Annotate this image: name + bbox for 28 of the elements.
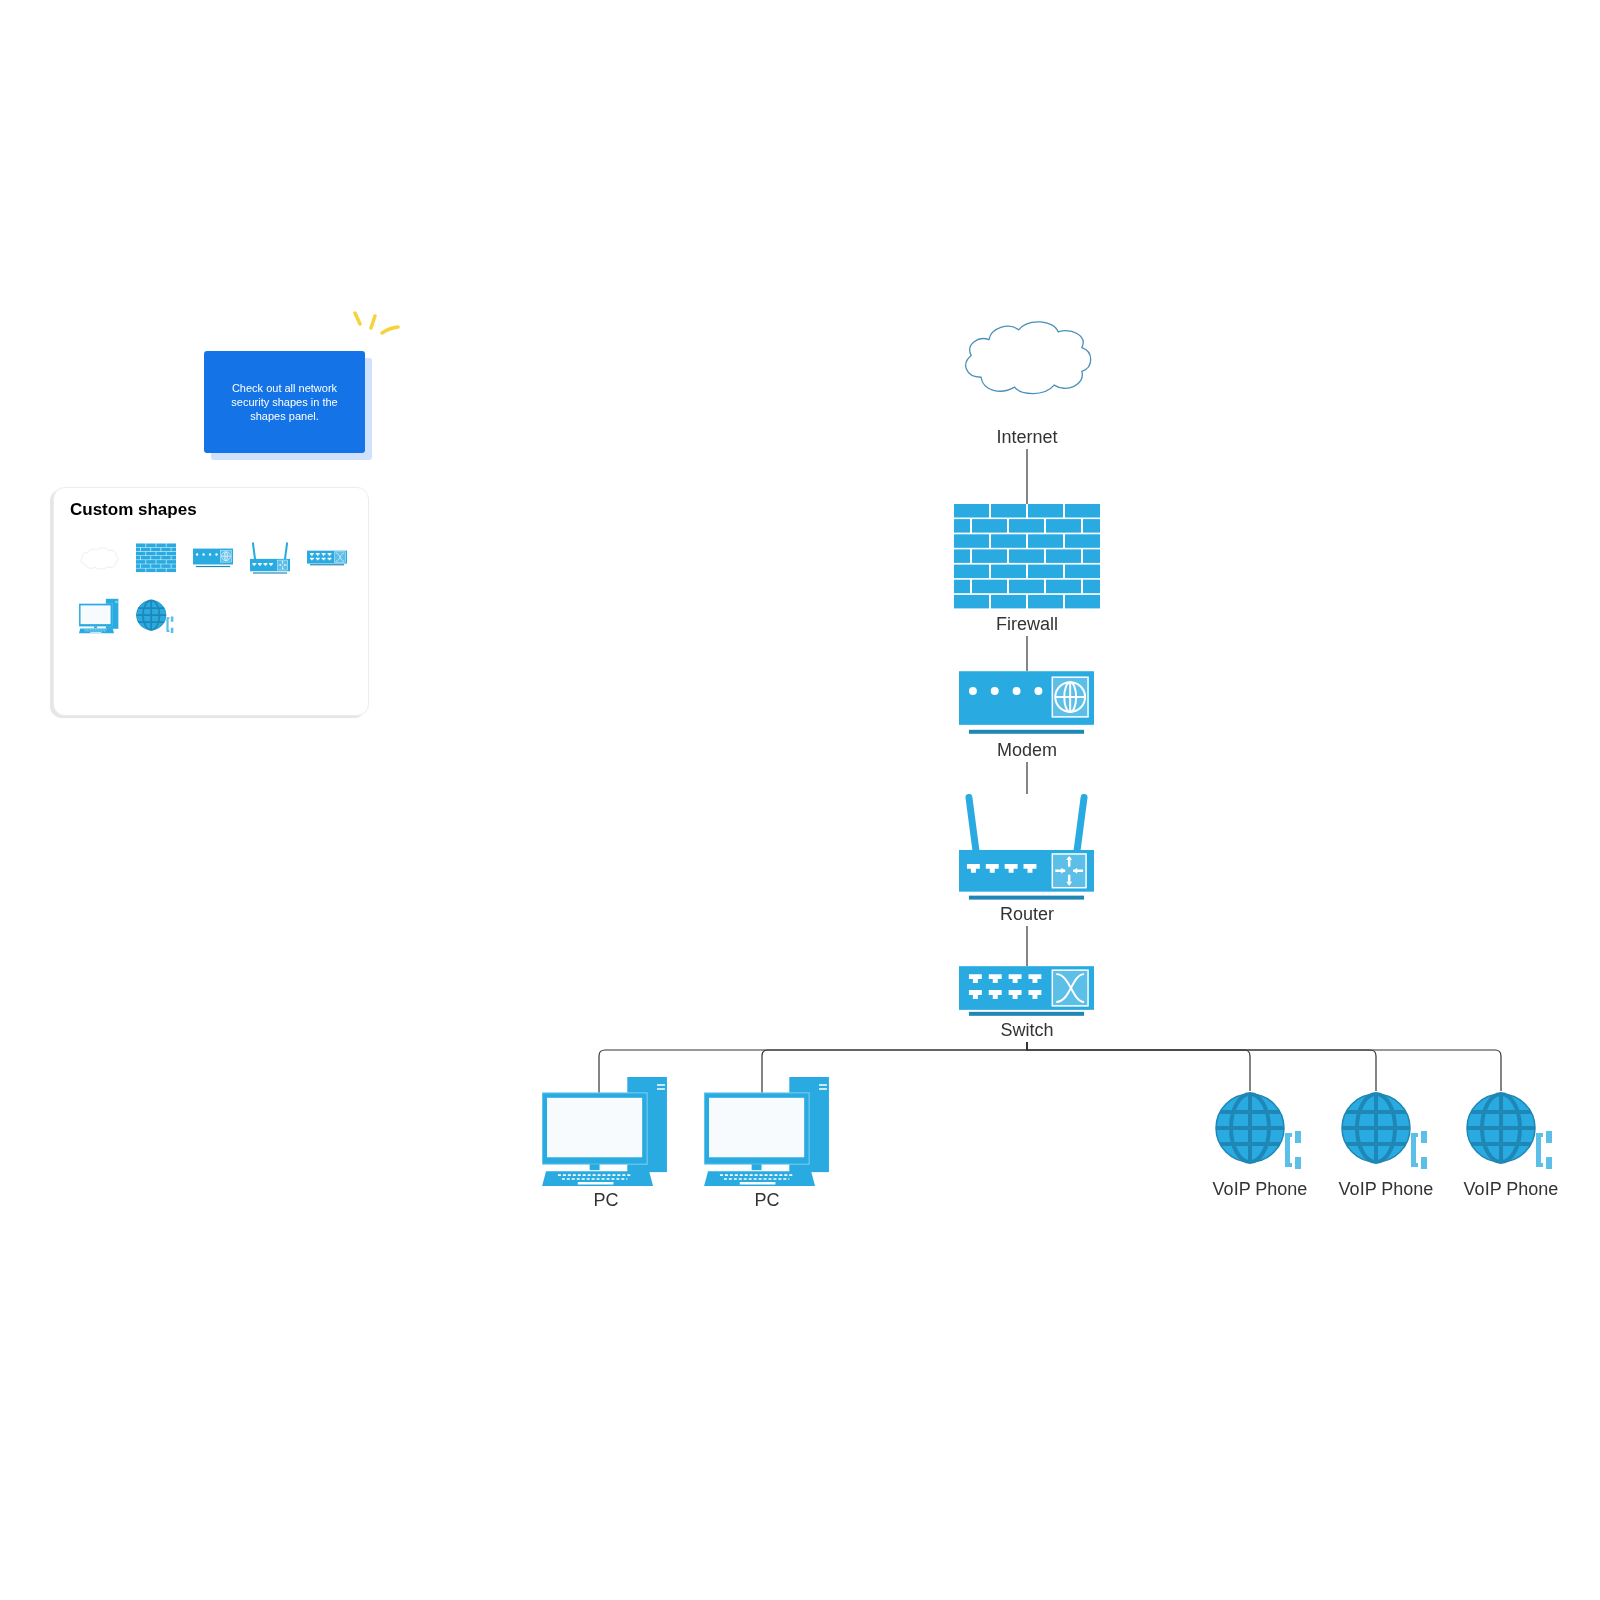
desktop-computer-icon[interactable] bbox=[79, 596, 119, 636]
connector-line bbox=[1026, 761, 1028, 795]
note-text: Check out all network security shapes in the shapes panel. bbox=[230, 381, 339, 423]
router-icon bbox=[959, 797, 1094, 900]
brick-wall-icon bbox=[954, 504, 1100, 609]
cloud-icon bbox=[965, 321, 1091, 394]
modem-icon bbox=[959, 671, 1094, 734]
node-label: PC bbox=[593, 1190, 619, 1210]
globe-phone-icon bbox=[1467, 1094, 1552, 1169]
node-label: VoIP Phone bbox=[1463, 1179, 1559, 1199]
switch-icon bbox=[959, 966, 1094, 1016]
globe-phone-icon bbox=[1216, 1094, 1301, 1169]
node-label: Firewall bbox=[996, 614, 1058, 634]
desktop-computer-icon bbox=[704, 1077, 829, 1186]
node-label: Internet bbox=[996, 427, 1058, 447]
node-label: VoIP Phone bbox=[1212, 1179, 1308, 1199]
connector-line bbox=[1026, 448, 1028, 505]
sparkle-drawing bbox=[352, 311, 400, 337]
node-label: Switch bbox=[1000, 1020, 1054, 1040]
connector-line bbox=[1026, 925, 1028, 967]
connector-line bbox=[1026, 635, 1028, 672]
desktop-computer-icon bbox=[542, 1077, 667, 1186]
node-label: Router bbox=[1000, 904, 1054, 924]
globe-phone-icon bbox=[1342, 1094, 1427, 1169]
node-label: VoIP Phone bbox=[1338, 1179, 1434, 1199]
node-label: PC bbox=[754, 1190, 780, 1210]
node-label: Modem bbox=[997, 740, 1057, 760]
panel-title: Custom shapes bbox=[70, 500, 198, 520]
